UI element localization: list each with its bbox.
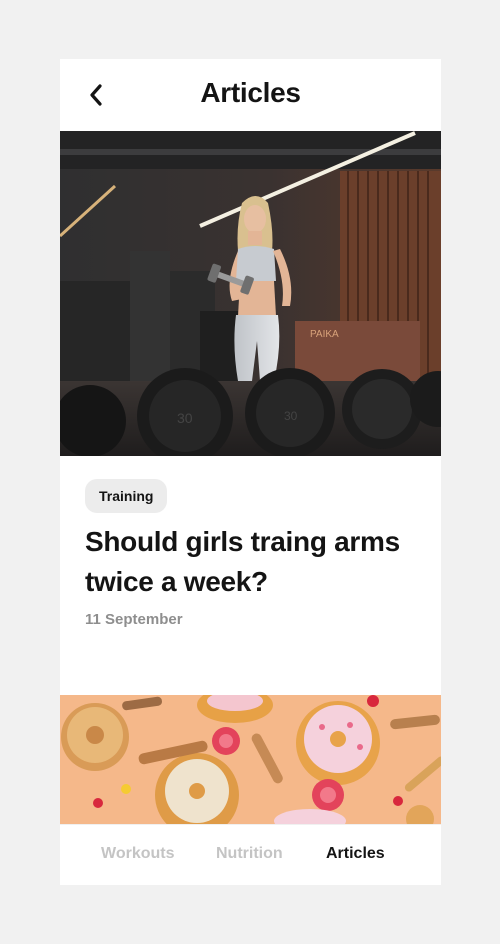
svg-text:30: 30 xyxy=(177,410,193,426)
tab-articles[interactable]: Articles xyxy=(326,845,385,863)
next-article-image[interactable] xyxy=(60,695,441,827)
svg-text:30: 30 xyxy=(284,409,298,423)
tab-nutrition[interactable]: Nutrition xyxy=(216,845,283,863)
bottom-tab-bar: Workouts Nutrition Articles xyxy=(60,824,441,885)
article-hero-image[interactable]: PAIKA 30 30 xyxy=(60,131,441,456)
header: Articles xyxy=(60,59,441,131)
svg-text:PAIKA: PAIKA xyxy=(310,329,339,340)
article-title[interactable]: Should girls traing arms twice a week? xyxy=(85,522,415,602)
article-date: 11 September xyxy=(85,611,183,628)
page-title: Articles xyxy=(200,77,301,108)
article-card[interactable]: Training Should girls traing arms twice … xyxy=(60,456,441,696)
tab-workouts[interactable]: Workouts xyxy=(101,845,174,863)
category-tag[interactable]: Training xyxy=(85,479,168,513)
app-screen: Articles PAIKA 30 30 Training Should gir… xyxy=(60,59,441,885)
